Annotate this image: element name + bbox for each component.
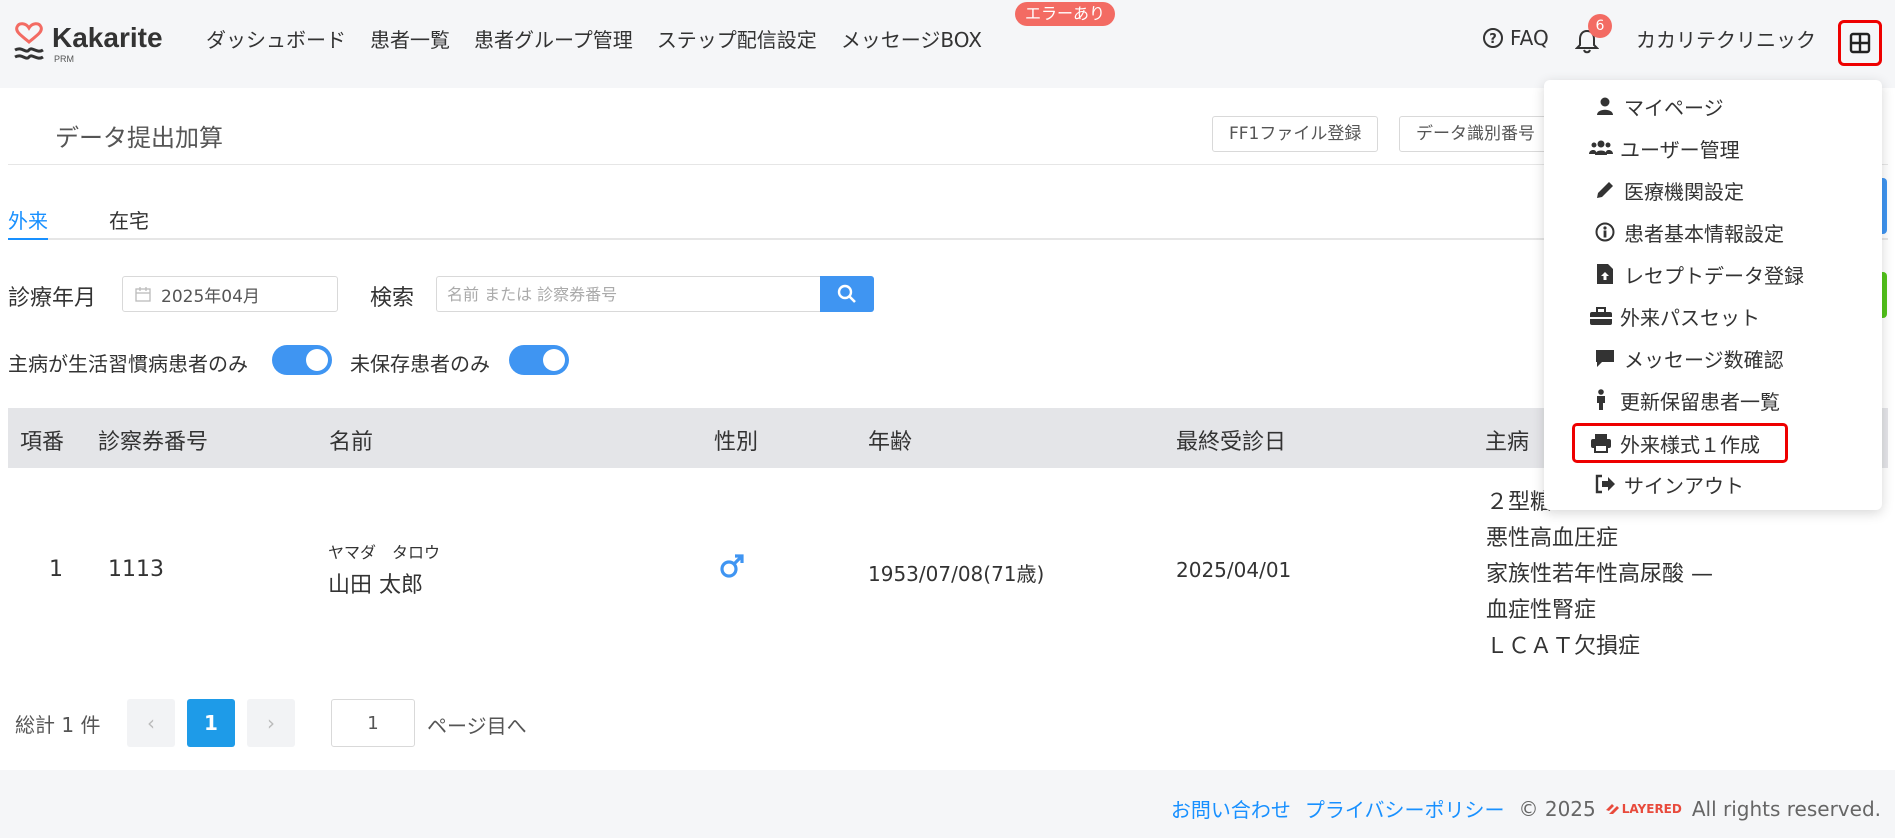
users-icon: [1589, 140, 1613, 155]
svg-text:?: ?: [1489, 32, 1497, 47]
faq-label: FAQ: [1510, 26, 1549, 50]
menu-item-user-management[interactable]: ユーザー管理: [1544, 128, 1882, 168]
search-input[interactable]: [436, 276, 820, 312]
menu-item-pending-patients[interactable]: 更新保留患者一覧: [1544, 380, 1882, 420]
th-main-disease: 主病: [1485, 430, 1530, 455]
toolbox-icon: [1590, 307, 1612, 325]
row-disease-3: 家族性若年性高尿酸 —: [1486, 562, 1713, 587]
menu-item-facility-settings[interactable]: 医療機関設定: [1544, 170, 1882, 210]
heart-logo-icon: [14, 22, 44, 60]
menu-item-receipt-upload[interactable]: レセプトデータ登録: [1544, 254, 1882, 294]
logo-name: Kakarite: [52, 22, 163, 53]
menu-item-outpatient-pathset[interactable]: 外来パスセット: [1544, 296, 1882, 336]
th-last-visit: 最終受診日: [1176, 430, 1287, 455]
message-icon: [1596, 350, 1614, 367]
month-value: 2025年04月: [161, 286, 260, 307]
info-icon: [1595, 222, 1615, 242]
menu-item-sign-out[interactable]: サインアウト: [1544, 464, 1882, 504]
ff1-upload-button[interactable]: FF1ファイル登録: [1212, 116, 1379, 152]
pagination-goto-label: ページ目へ: [427, 714, 527, 738]
layered-mark-icon: [1605, 803, 1619, 814]
notification-count-badge: 6: [1588, 14, 1612, 38]
apps-menu-button[interactable]: [1838, 20, 1882, 66]
toggle-lifestyle-only[interactable]: [272, 345, 332, 375]
faq-link[interactable]: ? FAQ: [1482, 26, 1549, 50]
nav-message-box[interactable]: メッセージBOX: [841, 26, 982, 54]
layered-logo: LAYERED: [1604, 802, 1682, 816]
layered-brand: LAYERED: [1621, 801, 1682, 816]
file-upload-icon: [1597, 264, 1613, 284]
copyright: © 2025: [1518, 796, 1596, 821]
pagination-next-button[interactable]: ›: [247, 699, 295, 747]
row-last-visit: 2025/04/01: [1176, 558, 1292, 582]
sign-out-icon: [1595, 474, 1615, 494]
main-nav: ダッシュボード 患者一覧 患者グループ管理 ステップ配信設定 メッセージBOX: [206, 26, 1006, 54]
contact-link[interactable]: お問い合わせ: [1171, 794, 1291, 823]
row-disease-1: ２型糖: [1486, 490, 1553, 515]
logo-sub: PRM: [54, 54, 74, 64]
month-picker[interactable]: 2025年04月: [122, 276, 338, 312]
toggle-unsaved-label: 未保存患者のみ: [350, 352, 490, 376]
menu-item-label: 医療機関設定: [1624, 179, 1744, 204]
month-label: 診療年月: [8, 286, 97, 311]
nav-step-delivery[interactable]: ステップ配信設定: [657, 26, 817, 54]
pagination-prev-button[interactable]: ‹: [127, 699, 175, 747]
th-name: 名前: [329, 430, 374, 455]
highlight-box: [1572, 423, 1788, 463]
menu-item-message-count[interactable]: メッセージ数確認: [1544, 338, 1882, 378]
tab-home-care[interactable]: 在宅: [109, 208, 149, 238]
data-id-button[interactable]: データ識別番号: [1399, 116, 1549, 152]
question-circle-icon: ?: [1483, 28, 1503, 48]
menu-item-mypage[interactable]: マイページ: [1544, 86, 1882, 126]
row-age: 1953/07/08(71歳): [868, 562, 1045, 586]
user-icon: [1597, 97, 1613, 115]
row-disease-5: ＬＣＡＴ欠損症: [1486, 634, 1641, 659]
row-no: 1: [49, 557, 63, 582]
privacy-link[interactable]: プライバシーポリシー: [1305, 794, 1505, 823]
search-icon: [837, 284, 856, 303]
menu-item-label: レセプトデータ登録: [1624, 263, 1804, 288]
menu-item-label: サインアウト: [1624, 473, 1744, 498]
male-icon: [720, 554, 744, 578]
row-name[interactable]: 山田 太郎: [328, 567, 423, 599]
menu-item-label: 外来パスセット: [1620, 305, 1760, 330]
th-age: 年齢: [868, 430, 913, 455]
tab-outpatient[interactable]: 外来: [8, 208, 48, 240]
menu-item-label: 更新保留患者一覧: [1620, 389, 1780, 414]
person-icon: [1597, 389, 1605, 410]
menu-item-patient-info-settings[interactable]: 患者基本情報設定: [1544, 212, 1882, 252]
pagination-page-1[interactable]: 1: [187, 699, 235, 747]
grid-icon: [1849, 32, 1871, 54]
menu-item-label: メッセージ数確認: [1624, 347, 1784, 372]
calendar-icon: [135, 287, 151, 302]
rights-text: All rights reserved.: [1691, 796, 1881, 821]
nav-dashboard[interactable]: ダッシュボード: [206, 26, 346, 54]
toggle-lifestyle-label: 主病が生活習慣病患者のみ: [8, 352, 248, 376]
pagination-goto-input[interactable]: [331, 699, 415, 747]
th-gender: 性別: [714, 430, 759, 455]
search-label: 検索: [370, 286, 415, 311]
footer: お問い合わせ プライバシーポリシー © 2025 LAYERED All rig…: [0, 770, 1895, 838]
toggle-unsaved-only[interactable]: [509, 345, 569, 375]
clinic-name[interactable]: カカリテクリニック: [1636, 26, 1816, 54]
pagination-total: 総計 1 件: [15, 713, 101, 737]
top-header: Kakarite PRM ダッシュボード 患者一覧 患者グループ管理 ステップ配…: [0, 0, 1895, 88]
nav-patient-group[interactable]: 患者グループ管理: [474, 26, 633, 54]
menu-item-label: マイページ: [1624, 95, 1724, 120]
nav-patient-list[interactable]: 患者一覧: [370, 26, 450, 54]
page-title: データ提出加算: [55, 124, 223, 152]
row-kana: ヤマダ タロウ: [328, 543, 441, 562]
logo[interactable]: Kakarite PRM: [12, 22, 163, 66]
error-badge: エラーあり: [1015, 2, 1116, 26]
th-no: 項番: [20, 430, 65, 455]
row-disease-4: 血症性腎症: [1486, 598, 1597, 623]
menu-item-label: ユーザー管理: [1620, 137, 1740, 162]
row-card-number: 1113: [108, 557, 164, 582]
search-button[interactable]: [820, 276, 874, 312]
th-card-number: 診察券番号: [98, 430, 209, 455]
row-disease-2: 悪性高血圧症: [1486, 526, 1619, 551]
menu-item-label: 患者基本情報設定: [1624, 221, 1784, 246]
pencil-icon: [1597, 182, 1613, 198]
